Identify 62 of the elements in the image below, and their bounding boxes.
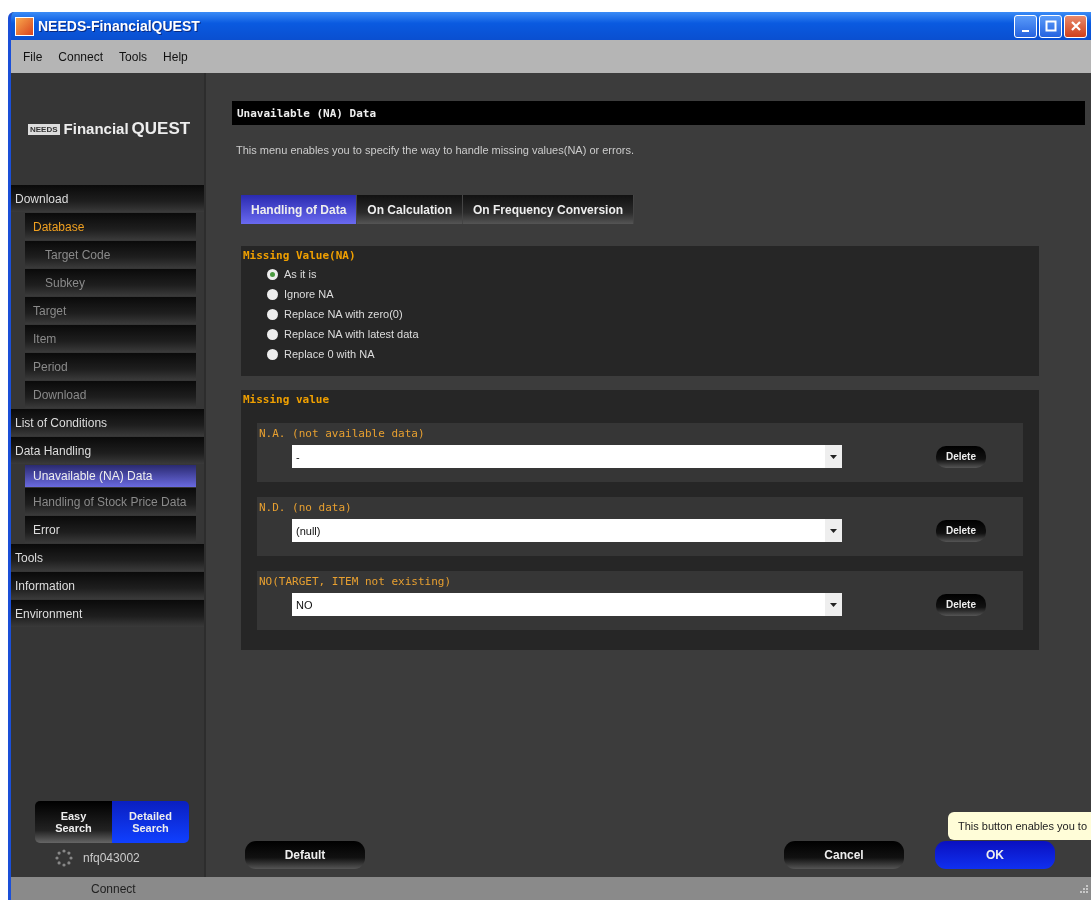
delete-button[interactable]: Delete: [936, 593, 986, 616]
nav-section[interactable]: Environment: [11, 600, 204, 627]
status-text: Connect: [91, 881, 137, 896]
field-label: N.A. (not available data): [258, 427, 426, 442]
field-label: N.D. (no data): [258, 501, 353, 516]
nav-section[interactable]: List of Conditions: [11, 409, 204, 436]
maximize-button[interactable]: [1039, 14, 1062, 38]
tooltip: This button enables you to: [947, 812, 1091, 840]
delete-button[interactable]: Delete: [936, 445, 986, 468]
description-text: This menu enables you to specify the way to handle missing values(NA) or errors.: [236, 144, 635, 156]
close-button[interactable]: [1064, 14, 1087, 38]
section-title: Missing value: [242, 392, 331, 408]
caret-icon[interactable]: [825, 593, 842, 616]
nav-section[interactable]: Information: [11, 572, 204, 599]
close-icon: [1068, 19, 1083, 33]
dropdown-field[interactable]: (null): [292, 519, 842, 542]
delete-button[interactable]: Delete: [936, 519, 986, 542]
radio-label: Replace NA with latest data: [284, 328, 419, 340]
minimize-icon: [1022, 30, 1029, 32]
radio-label: Replace 0 with NA: [284, 348, 375, 360]
radio-label: Ignore NA: [284, 288, 334, 300]
window-title: NEEDS-FinancialQUEST: [38, 18, 201, 34]
menu-item[interactable]: Help: [157, 49, 194, 64]
caret-icon[interactable]: [825, 519, 842, 542]
maximize-icon: [1043, 19, 1058, 33]
menu-item[interactable]: Tools: [113, 49, 154, 64]
app-icon: [15, 16, 34, 36]
resize-grip-icon[interactable]: [1079, 883, 1089, 894]
user-id: nfq043002: [83, 851, 140, 865]
radio-button[interactable]: [267, 348, 278, 360]
radio-button[interactable]: [267, 328, 278, 340]
nav-item[interactable]: Error: [25, 516, 196, 543]
nav-item[interactable]: Unavailable (NA) Data: [25, 465, 196, 487]
menu-item[interactable]: Connect: [52, 49, 110, 64]
nav-section[interactable]: Tools: [11, 544, 204, 571]
dropdown-field[interactable]: -: [292, 445, 842, 468]
radio-label: Replace NA with zero(0): [284, 308, 403, 320]
ok-button[interactable]: OK: [935, 841, 1055, 869]
nav-item[interactable]: Database: [25, 213, 196, 240]
radio-button[interactable]: [267, 308, 278, 320]
action-button[interactable]: Default: [245, 841, 365, 869]
logo-badge: NEEDS: [28, 123, 60, 135]
radio-label: As it is: [284, 268, 317, 280]
dropdown-field[interactable]: NO: [292, 593, 842, 616]
radio-button[interactable]: [267, 268, 278, 280]
section-title: Missing Value(NA): [242, 248, 357, 264]
radio-button[interactable]: [267, 288, 278, 300]
menu-item[interactable]: File: [17, 49, 49, 64]
nav-section[interactable]: Download: [11, 185, 204, 212]
page-title: Unavailable (NA) Data: [232, 101, 1085, 125]
action-button[interactable]: Cancel: [784, 841, 904, 869]
search-mode-toggle[interactable]: Easy Search: [35, 801, 112, 843]
nav-section[interactable]: Data Handling: [11, 437, 204, 464]
spinner-icon: [55, 849, 73, 867]
tab[interactable]: On Frequency Conversion: [463, 195, 635, 224]
tab[interactable]: On Calculation: [357, 195, 464, 224]
search-mode-toggle[interactable]: Detailed Search: [112, 801, 189, 843]
tab[interactable]: Handling of Data: [241, 195, 358, 224]
minimize-button[interactable]: [1014, 14, 1037, 38]
logo-text: Financial QUEST: [63, 119, 191, 139]
caret-icon[interactable]: [825, 445, 842, 468]
field-label: NO(TARGET, ITEM not existing): [258, 575, 453, 590]
